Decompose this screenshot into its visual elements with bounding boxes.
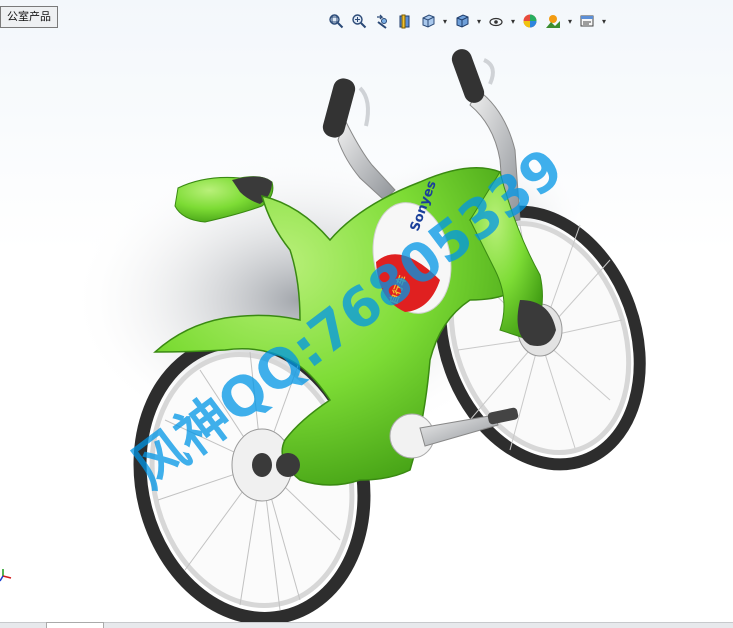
zoom-to-fit-icon[interactable] (326, 11, 346, 31)
zoom-to-area-icon[interactable] (349, 11, 369, 31)
view-settings-dropdown-icon[interactable]: ▾ (600, 11, 608, 31)
apply-scene-dropdown-icon[interactable]: ▾ (566, 11, 574, 31)
display-style-icon[interactable] (452, 11, 472, 31)
section-view-icon[interactable] (395, 11, 415, 31)
edit-appearance-icon[interactable] (520, 11, 540, 31)
view-settings-icon[interactable] (577, 11, 597, 31)
display-style-dropdown-icon[interactable]: ▾ (475, 11, 483, 31)
brake-lever-left (358, 86, 370, 127)
right-grip (451, 49, 485, 103)
hide-show-items-icon[interactable] (486, 11, 506, 31)
previous-view-icon[interactable] (372, 11, 392, 31)
bicycle-model[interactable]: Sonyes 自行车 风神QQ:76805339 (0, 32, 733, 625)
graphics-area[interactable]: Sonyes 自行车 风神QQ:76805339 (0, 32, 733, 625)
left-grip (322, 78, 356, 138)
view-orientation-icon[interactable] (418, 11, 438, 31)
hide-show-dropdown-icon[interactable]: ▾ (509, 11, 517, 31)
document-tab[interactable]: 公室产品 (0, 6, 58, 28)
bottom-tab-bar (0, 622, 733, 628)
coordinate-triad-icon (0, 566, 14, 584)
apply-scene-icon[interactable] (543, 11, 563, 31)
view-orientation-dropdown-icon[interactable]: ▾ (441, 11, 449, 31)
heads-up-view-toolbar: ▾ ▾ ▾ ▾ ▾ (326, 10, 608, 32)
brake-lever-right (483, 58, 495, 85)
bottom-tab[interactable] (46, 622, 104, 628)
